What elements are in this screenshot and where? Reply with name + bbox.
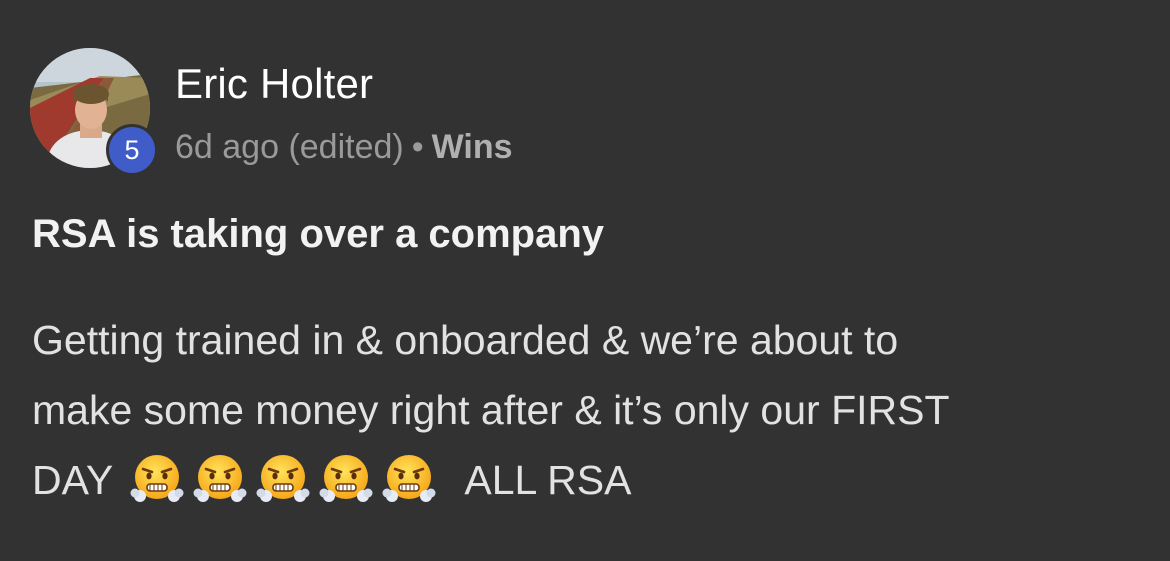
- face-with-steam-from-nose-icon: [256, 452, 310, 506]
- post-timestamp: 6d ago (edited): [175, 128, 404, 166]
- post-body-line: DAY ALL RSA: [32, 445, 1142, 515]
- author-name[interactable]: Eric Holter: [175, 60, 373, 108]
- post-category[interactable]: Wins: [432, 128, 513, 166]
- post-card: 5 Eric Holter 6d ago (edited) • Wins RSA i…: [0, 0, 1170, 561]
- post-title: RSA is taking over a company: [32, 212, 605, 256]
- post-body-text: ALL RSA: [464, 457, 632, 503]
- author-avatar-container: 5: [30, 48, 158, 176]
- post-meta: 6d ago (edited) • Wins: [175, 128, 513, 167]
- meta-separator: •: [411, 128, 424, 166]
- emoji-group: [124, 455, 445, 503]
- face-with-steam-from-nose-icon: [319, 452, 373, 506]
- post-body: Getting trained in & onboarded & we’re a…: [32, 305, 1142, 515]
- post-body-text: DAY: [32, 457, 113, 503]
- post-body-line: make some money right after & it’s only …: [32, 387, 950, 433]
- post-body-line: Getting trained in & onboarded & we’re a…: [32, 317, 899, 363]
- face-with-steam-from-nose-icon: [193, 452, 247, 506]
- face-with-steam-from-nose-icon: [130, 452, 184, 506]
- level-badge: 5: [106, 124, 158, 176]
- face-with-steam-from-nose-icon: [382, 452, 436, 506]
